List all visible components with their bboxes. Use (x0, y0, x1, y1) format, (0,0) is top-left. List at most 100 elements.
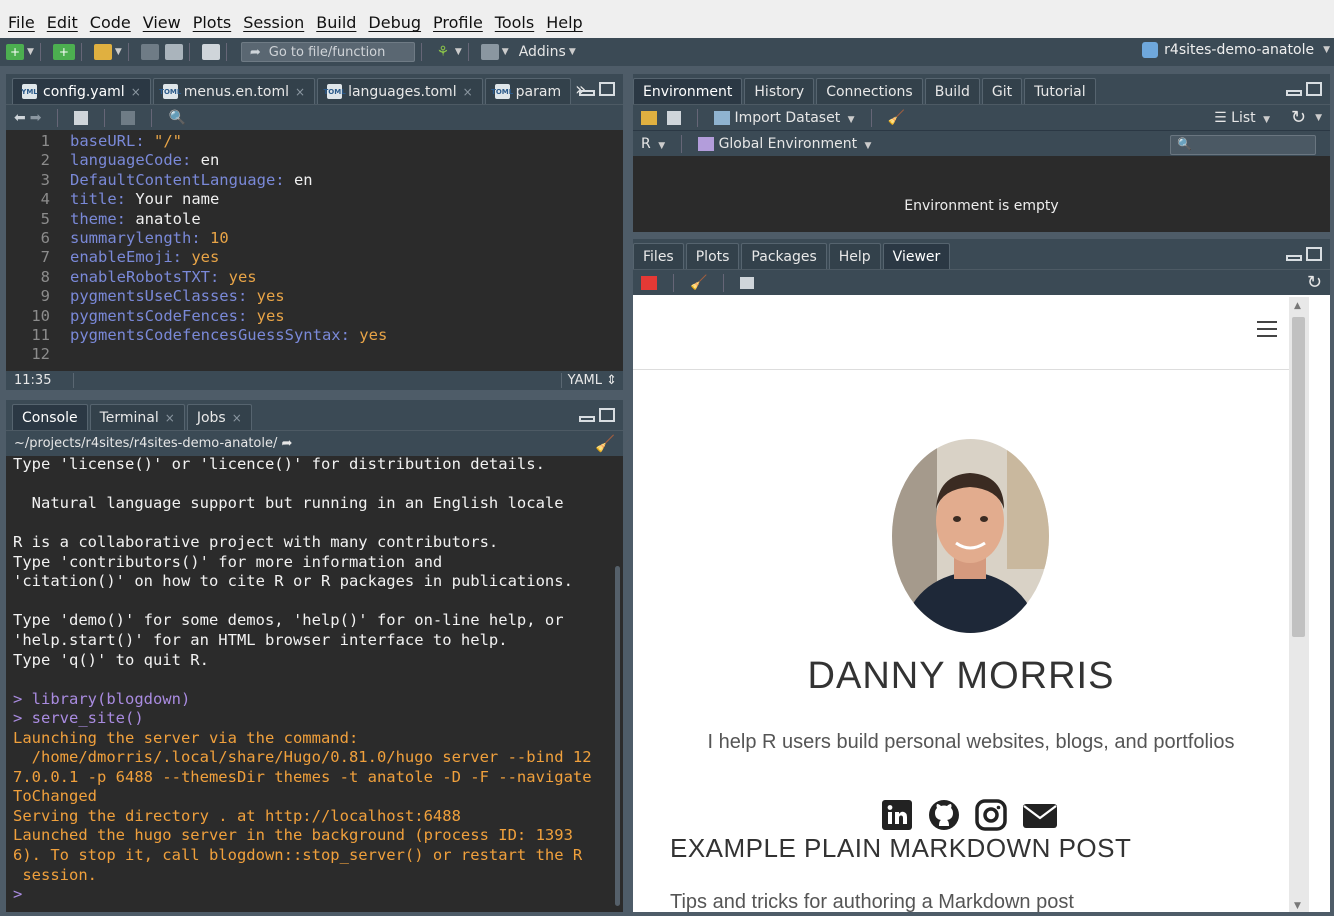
console-scrollbar[interactable] (615, 566, 620, 906)
chevron-down-icon[interactable]: ▼ (1315, 113, 1322, 123)
tab-connections[interactable]: Connections (816, 78, 923, 104)
menu-file[interactable]: File (2, 13, 41, 32)
tab-build[interactable]: Build (924, 78, 980, 104)
show-in-window-icon[interactable] (74, 110, 89, 125)
linkedin-icon[interactable] (881, 799, 913, 831)
forward-icon[interactable]: ➡ (30, 110, 42, 126)
new-file-icon[interactable]: + (6, 44, 24, 60)
open-file-icon[interactable] (93, 44, 112, 60)
git-icon[interactable]: ⚘ (434, 44, 452, 60)
console-output[interactable]: Type 'license()' or 'licence()' for dist… (6, 455, 623, 912)
workspace-panes-icon[interactable] (480, 44, 499, 60)
yaml-key: enableRobotsTXT: yes (70, 268, 257, 287)
post-title[interactable]: EXAMPLE PLAIN MARKDOWN POST (670, 833, 1131, 864)
menu-tools[interactable]: Tools (489, 13, 540, 32)
maximize-icon[interactable] (599, 408, 615, 422)
save-workspace-icon[interactable] (667, 110, 681, 125)
scroll-up-icon[interactable]: ▲ (1294, 301, 1301, 311)
scrollbar-thumb[interactable] (1292, 317, 1305, 637)
console-line: 'help.start()' for an HTML browser inter… (13, 630, 508, 649)
tab-menus-en-toml[interactable]: TOML menus.en.toml × (152, 78, 316, 104)
print-icon[interactable] (201, 44, 220, 60)
maximize-icon[interactable] (599, 82, 615, 96)
yaml-key-text: pygmentsCodefencesGuessSyntax: (70, 326, 350, 344)
viewer-scrollbar[interactable]: ▲ ▼ (1289, 297, 1309, 912)
email-icon[interactable] (1022, 799, 1058, 831)
menu-edit[interactable]: Edit (41, 13, 84, 32)
new-project-icon[interactable]: + (52, 44, 75, 60)
tab-git[interactable]: Git (981, 78, 1023, 104)
load-workspace-icon[interactable] (641, 110, 657, 125)
scope-menu[interactable]: Global Environment ▼ (698, 136, 871, 152)
maximize-icon[interactable] (1306, 82, 1322, 96)
menu-help[interactable]: Help (540, 13, 588, 32)
pane-window-controls (579, 82, 615, 96)
import-dataset-menu[interactable]: Import Dataset ▼ (714, 110, 855, 126)
minimize-icon[interactable] (1286, 90, 1302, 96)
save-icon[interactable] (121, 110, 136, 125)
view-mode-menu[interactable]: ☰ List ▼ (1214, 110, 1270, 126)
tab-languages-toml[interactable]: TOML languages.toml × (317, 78, 483, 104)
back-icon[interactable]: ⬅ (14, 110, 26, 126)
viewer-webpage[interactable]: DANNY MORRIS I help R users build person… (633, 297, 1309, 912)
menu-debug[interactable]: Debug (362, 13, 427, 32)
tab-jobs[interactable]: Jobs × (186, 404, 252, 430)
tab-environment[interactable]: Environment (633, 78, 743, 104)
menu-profile[interactable]: Profile (427, 13, 489, 32)
broom-icon[interactable]: 🧹 (690, 275, 707, 291)
language-menu[interactable]: R ▼ (641, 136, 665, 152)
clear-console-icon[interactable]: 🧹 (595, 434, 615, 453)
chevron-down-icon[interactable]: ▼ (502, 47, 509, 57)
goto-file-input[interactable]: ➦ Go to file/function (240, 42, 415, 62)
toolbar-divider (57, 108, 59, 127)
search-icon[interactable]: 🔍 (168, 110, 185, 126)
tab-files[interactable]: Files (633, 243, 684, 269)
chevron-down-icon[interactable]: ▼ (569, 47, 576, 57)
show-in-window-icon[interactable] (740, 276, 755, 289)
tab-viewer[interactable]: Viewer (882, 243, 951, 269)
broom-icon[interactable]: 🧹 (888, 110, 905, 126)
remove-viewer-icon[interactable] (641, 275, 657, 290)
hamburger-menu-icon[interactable] (1257, 321, 1277, 337)
code-line: 8 enableRobotsTXT: yes (6, 268, 623, 287)
minimize-icon[interactable] (579, 416, 595, 422)
project-menu[interactable]: r4sites-demo-anatole ▼ (1142, 42, 1330, 58)
github-icon[interactable] (928, 799, 960, 831)
tab-console[interactable]: Console (12, 404, 88, 430)
menu-view[interactable]: View (137, 13, 187, 32)
tab-terminal[interactable]: Terminal × (89, 404, 185, 430)
code-editor[interactable]: 1 baseURL: "/" 2 languageCode: en 3 DefaultCo… (6, 130, 623, 390)
scroll-down-icon[interactable]: ▼ (1294, 901, 1301, 911)
close-icon[interactable]: × (131, 85, 141, 99)
menu-session[interactable]: Session (237, 13, 310, 32)
addins-menu[interactable]: Addins (519, 44, 566, 60)
chevron-down-icon[interactable]: ▼ (115, 47, 122, 57)
minimize-icon[interactable] (1286, 255, 1302, 261)
close-icon[interactable]: × (295, 85, 305, 99)
go-to-directory-icon[interactable]: ➦ (282, 436, 293, 451)
minimize-icon[interactable] (579, 90, 595, 96)
refresh-icon[interactable]: ↻ (1307, 272, 1322, 293)
environment-search-input[interactable]: 🔍 (1170, 135, 1316, 155)
close-icon[interactable]: × (232, 411, 242, 425)
tab-history[interactable]: History (744, 78, 815, 104)
instagram-icon[interactable] (975, 799, 1007, 831)
maximize-icon[interactable] (1306, 247, 1322, 261)
refresh-icon[interactable]: ↻ (1291, 107, 1306, 128)
tab-config-yaml[interactable]: YML config.yaml × (12, 78, 151, 104)
menu-build[interactable]: Build (310, 13, 362, 32)
chevron-down-icon[interactable]: ▼ (455, 47, 462, 57)
tab-tutorial[interactable]: Tutorial (1024, 78, 1096, 104)
tab-packages[interactable]: Packages (741, 243, 827, 269)
chevron-down-icon[interactable]: ▼ (27, 47, 34, 57)
save-all-icon[interactable] (164, 44, 183, 60)
tab-plots[interactable]: Plots (685, 243, 740, 269)
tab-params[interactable]: TOML param (484, 78, 572, 104)
tab-help[interactable]: Help (828, 243, 881, 269)
menu-code[interactable]: Code (84, 13, 137, 32)
file-type-menu[interactable]: YAML ⇕ (560, 373, 623, 388)
close-icon[interactable]: × (463, 85, 473, 99)
save-icon[interactable] (140, 44, 159, 60)
menu-plots[interactable]: Plots (187, 13, 238, 32)
close-icon[interactable]: × (165, 411, 175, 425)
